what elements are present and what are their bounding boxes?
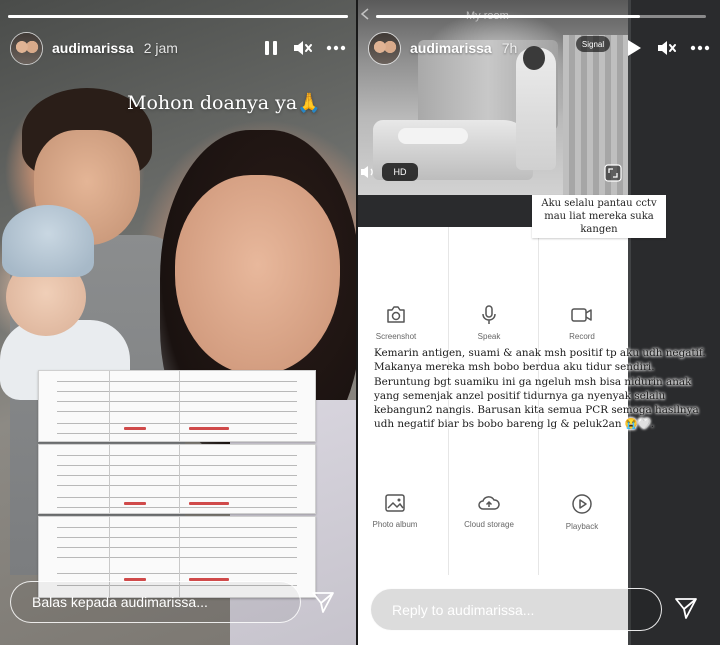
cloud-storage-label: Cloud storage — [464, 520, 514, 529]
cloud-icon — [449, 493, 529, 513]
username[interactable]: audimarissa — [52, 40, 134, 56]
hd-button[interactable]: HD — [382, 163, 418, 181]
story-progress-fill — [8, 15, 348, 18]
photo-album-label: Photo album — [372, 520, 418, 529]
back-icon[interactable] — [360, 8, 370, 20]
reply-input[interactable]: Reply to audimarissa... — [370, 588, 662, 631]
test-document-2 — [38, 444, 316, 514]
playback-label: Playback — [565, 522, 599, 531]
test-document-1 — [38, 370, 316, 442]
playback-control[interactable]: Playback — [542, 493, 622, 531]
post-time: 2 jam — [143, 40, 178, 56]
story-header: audimarissa 7h — [368, 31, 710, 65]
record-control[interactable]: Record — [542, 305, 622, 341]
send-icon[interactable] — [674, 596, 698, 620]
photo-baby-hat — [2, 205, 94, 277]
pause-icon[interactable] — [264, 40, 278, 56]
test-result-documents — [38, 370, 316, 600]
reply-placeholder: Balas kepada audimarissa... — [32, 594, 208, 610]
send-icon[interactable] — [311, 590, 335, 614]
more-icon[interactable] — [326, 45, 346, 51]
play-icon[interactable] — [626, 39, 642, 57]
volume-icon[interactable] — [360, 164, 376, 180]
mic-icon — [449, 305, 529, 325]
avatar[interactable] — [368, 31, 401, 65]
reply-placeholder: Reply to audimarissa... — [392, 601, 535, 618]
mute-icon[interactable] — [292, 39, 312, 57]
speak-control[interactable]: Speak — [449, 305, 529, 341]
fullscreen-icon[interactable] — [604, 164, 622, 182]
story-viewer: audimarissa 2 jam Mohon doanya ya🙏 Balas… — [0, 0, 720, 645]
post-time: 7h — [501, 40, 518, 56]
photo-album-control[interactable]: Photo album — [358, 493, 435, 529]
photo-woman-face — [175, 175, 340, 375]
camera-app-panel: Screenshot Speak Record Photo album Clou… — [358, 227, 628, 645]
story-progress-bar — [8, 15, 348, 18]
reply-input[interactable]: Balas kepada audimarissa... — [10, 581, 301, 623]
speak-label: Speak — [477, 332, 501, 341]
camera-icon — [358, 305, 436, 325]
story-text-overlay: Kemarin antigen, suami & anak msh positi… — [374, 347, 706, 431]
record-label: Record — [569, 332, 595, 341]
image-icon — [358, 493, 435, 513]
screenshot-control[interactable]: Screenshot — [358, 305, 436, 341]
cctv-feed[interactable]: Signal HD — [358, 0, 628, 195]
story-header: audimarissa 2 jam — [10, 31, 346, 65]
story-left[interactable]: audimarissa 2 jam Mohon doanya ya🙏 Balas… — [0, 0, 356, 645]
video-icon — [542, 305, 622, 325]
story-progress-bar — [376, 15, 706, 18]
avatar[interactable] — [10, 31, 43, 65]
screenshot-label: Screenshot — [375, 332, 417, 341]
playback-icon — [542, 493, 622, 515]
mute-icon[interactable] — [656, 39, 676, 57]
overlay-caption: Aku selalu pantau cctv mau liat mereka s… — [532, 195, 666, 238]
username[interactable]: audimarissa — [410, 40, 492, 56]
story-caption: Mohon doanya ya🙏 — [127, 92, 321, 114]
more-icon[interactable] — [690, 45, 710, 51]
cloud-storage-control[interactable]: Cloud storage — [449, 493, 529, 529]
story-dark-background — [628, 0, 720, 645]
story-progress-fill — [376, 15, 640, 18]
story-right[interactable]: Signal HD My room Screenshot — [358, 0, 720, 645]
